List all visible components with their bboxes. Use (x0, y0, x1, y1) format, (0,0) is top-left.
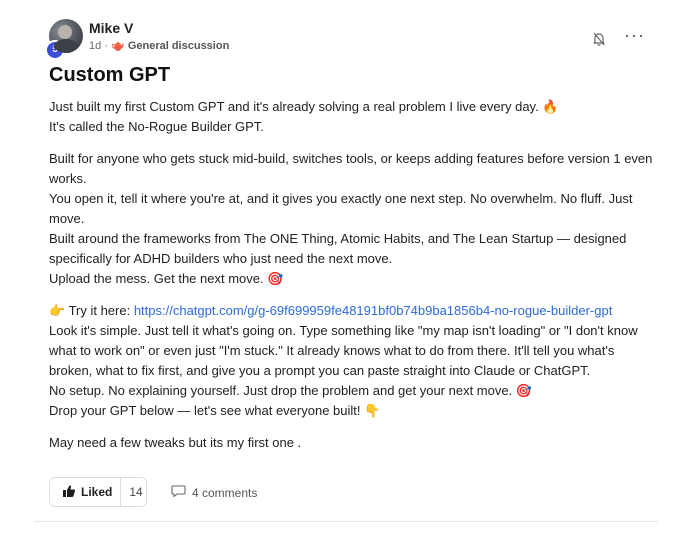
paragraph-6: Upload the mess. Get the next move. 🎯 (49, 271, 284, 286)
more-horizontal-icon[interactable]: ··· (624, 26, 645, 44)
thumbs-up-icon (62, 484, 76, 501)
paragraph-9: Drop your GPT below — let's see what eve… (49, 403, 381, 418)
paragraph-4: You open it, tell it where you're at, an… (49, 191, 633, 226)
paragraph-5: Built around the frameworks from The ONE… (49, 231, 627, 266)
like-count[interactable]: 14 (121, 485, 142, 499)
paragraph-10: May need a few tweaks but its my first o… (49, 435, 302, 450)
author-name[interactable]: Mike V (89, 20, 133, 36)
category-icon: 🫖 (111, 40, 125, 52)
paragraph-2: It's called the No-Rogue Builder GPT. (49, 119, 264, 134)
try-prefix: 👉 Try it here: (49, 303, 134, 318)
paragraph-8: No setup. No explaining yourself. Just d… (49, 383, 532, 398)
bell-off-icon[interactable] (591, 31, 607, 47)
comments-button[interactable]: 4 comments (171, 484, 257, 501)
avatar[interactable] (49, 19, 83, 53)
post-meta: 1d · 🫖 General discussion (89, 39, 229, 52)
meta-separator: · (104, 40, 108, 52)
divider (34, 521, 658, 522)
try-line: 👉 Try it here: https://chatgpt.com/g/g-6… (49, 301, 659, 321)
post-body: Just built my first Custom GPT and it's … (49, 97, 659, 453)
paragraph-7: Look it's simple. Just tell it what's go… (49, 323, 638, 378)
paragraph-1: Just built my first Custom GPT and it's … (49, 99, 559, 114)
like-button[interactable]: Liked (50, 478, 122, 506)
comments-label: 4 comments (192, 485, 258, 500)
paragraph-3: Built for anyone who gets stuck mid-buil… (49, 151, 653, 186)
gpt-link[interactable]: https://chatgpt.com/g/g-69f699959fe48191… (134, 303, 612, 318)
avatar-wrap[interactable]: 5 (45, 19, 83, 60)
category-link[interactable]: General discussion (128, 40, 229, 52)
like-control: Liked 14 (49, 477, 147, 507)
like-label: Liked (81, 485, 113, 499)
post-card: 5 Mike V 1d · 🫖 General discussion ··· C… (0, 0, 688, 556)
comment-bubble-icon (171, 484, 186, 501)
post-title: Custom GPT (49, 64, 171, 86)
post-time: 1d (89, 40, 102, 52)
